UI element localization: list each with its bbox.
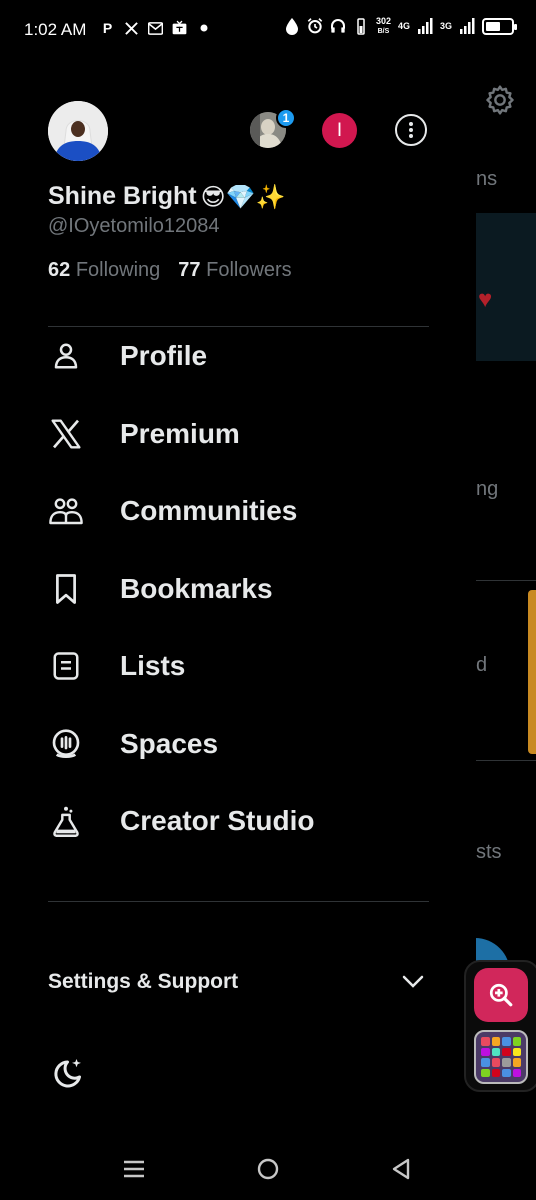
zoom-in-icon (489, 983, 513, 1007)
followers-count: 77 (178, 259, 201, 281)
menu-label: Lists (120, 650, 186, 681)
recent-apps-button[interactable] (117, 1152, 151, 1186)
person-icon (48, 338, 84, 374)
drawer-divider (48, 901, 429, 902)
gear-icon[interactable] (484, 84, 516, 121)
menu-item-premium[interactable]: Premium (48, 406, 429, 462)
system-nav-bar (0, 1140, 536, 1200)
following-count: 62 (48, 259, 71, 281)
heart-icon: ♥ (478, 286, 493, 313)
follow-counts: 62 Following 77 Followers (48, 259, 292, 282)
speed-unit: B/S (377, 27, 390, 35)
signal-icon-1 (417, 16, 433, 36)
notification-icons: P (100, 19, 211, 37)
background-accent-bar (528, 590, 536, 754)
p-app-icon: P (102, 20, 113, 36)
menu-label: Spaces (120, 728, 219, 759)
menu-label: Communities (120, 495, 298, 526)
following-label: Following (75, 259, 161, 281)
x-logo-icon (48, 416, 84, 452)
profile-avatar[interactable] (48, 101, 108, 161)
more-dots-icon (409, 122, 413, 138)
home-button[interactable] (251, 1152, 285, 1186)
signal-icon-2 (459, 16, 475, 36)
water-drop-icon (284, 16, 300, 36)
side-drawer: 1 I Shine Bright 😎💎✨ @IOyetomilo12084 62… (0, 60, 476, 1140)
status-time: 1:02 AM (24, 20, 87, 39)
menu-item-bookmarks[interactable]: Bookmarks (48, 561, 429, 617)
name-emojis: 😎💎✨ (200, 182, 286, 211)
communities-icon (48, 493, 84, 529)
more-options-button[interactable] (395, 114, 427, 146)
background-text-4: sts (476, 841, 502, 863)
mail-icon (148, 19, 163, 37)
battery-icon (482, 17, 517, 35)
profile-handle: @IOyetomilo12084 (48, 215, 220, 237)
back-triangle-icon (392, 1158, 410, 1180)
flask-icon (48, 803, 84, 839)
headphones-icon (330, 16, 346, 36)
back-button[interactable] (384, 1152, 418, 1186)
menu-lines-icon (124, 1160, 144, 1178)
settings-label: Settings & Support (48, 970, 239, 993)
spaces-icon (48, 726, 84, 762)
status-bar: 1:02 AM P 302 B/S 4G 3G (0, 0, 536, 60)
background-text-2: ng (476, 478, 499, 500)
network-type-1: 4G (397, 21, 410, 31)
dark-mode-toggle[interactable] (48, 1056, 84, 1097)
background-divider (476, 760, 536, 761)
alarm-icon (307, 16, 323, 36)
menu-item-profile[interactable]: Profile (48, 328, 429, 384)
menu-item-communities[interactable]: Communities (48, 483, 429, 539)
status-right-icons: 302 B/S 4G 3G (284, 15, 517, 36)
network-speed: 302 B/S (375, 15, 391, 36)
network-type-2: 3G (439, 21, 452, 31)
zoom-button[interactable] (474, 968, 528, 1022)
dot-icon (196, 19, 211, 37)
menu-item-creator-studio[interactable]: Creator Studio (48, 793, 429, 849)
account-notification-badge: 1 (276, 108, 296, 128)
switch-account-initial[interactable]: I (322, 113, 357, 148)
background-divider (476, 580, 536, 581)
battery-saver-icon (353, 16, 369, 36)
background-text-1: ns (476, 168, 498, 190)
display-name: Shine Bright (48, 182, 197, 210)
app-switcher-button[interactable] (474, 1030, 528, 1084)
home-circle-icon (257, 1158, 279, 1180)
menu-label: Premium (120, 418, 240, 449)
list-icon (48, 648, 84, 684)
speed-value: 302 (375, 15, 391, 26)
x-icon (124, 19, 139, 37)
settings-support-toggle[interactable]: Settings & Support (48, 962, 429, 1002)
followers-link[interactable]: 77 Followers (178, 259, 291, 282)
tv-icon (172, 19, 187, 37)
moon-icon (54, 1059, 81, 1088)
menu-item-lists[interactable]: Lists (48, 638, 429, 694)
following-link[interactable]: 62 Following (48, 259, 160, 282)
drawer-divider (48, 326, 429, 327)
menu-label: Bookmarks (120, 573, 273, 604)
bookmark-icon (48, 571, 84, 607)
profile-name[interactable]: Shine Bright 😎💎✨ (48, 182, 285, 211)
menu-label: Creator Studio (120, 805, 315, 836)
followers-label: Followers (206, 259, 292, 281)
menu-label: Profile (120, 340, 208, 371)
chevron-down-icon (401, 972, 425, 997)
background-text-3: d (476, 654, 488, 676)
menu-item-spaces[interactable]: Spaces (48, 716, 429, 772)
